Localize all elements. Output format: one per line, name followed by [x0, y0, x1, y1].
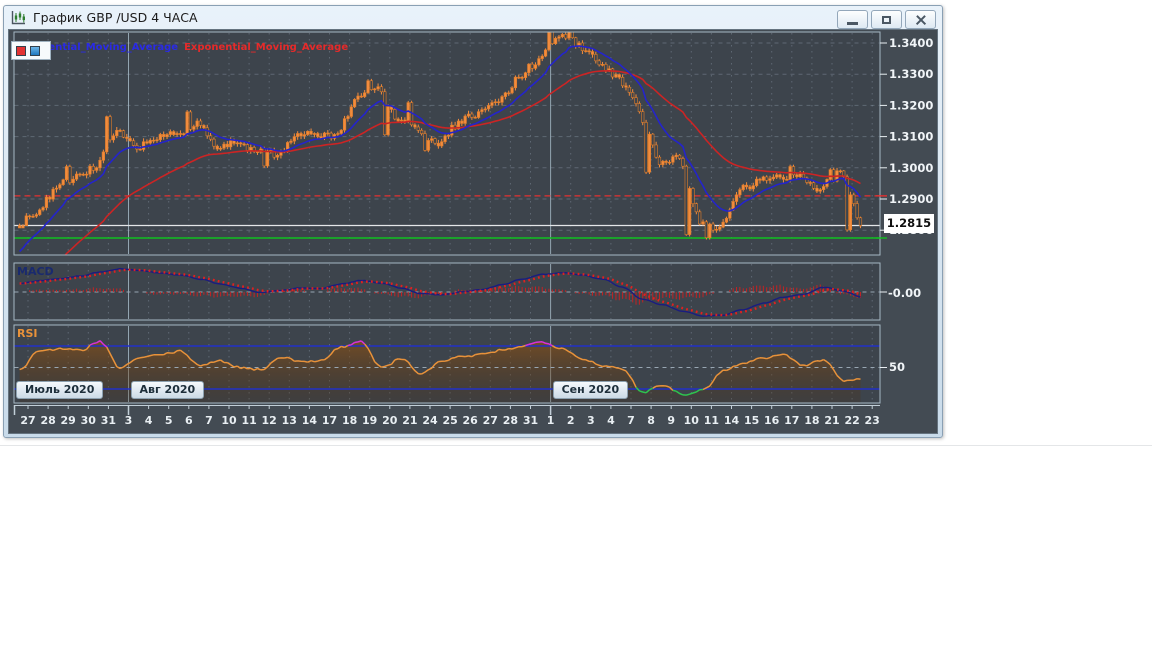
x-axis-label: 31 [523, 414, 538, 427]
x-axis-label: 29 [61, 414, 76, 427]
x-axis-label: 20 [382, 414, 398, 427]
x-axis-label: 28 [503, 414, 518, 427]
x-axis-label: 18 [342, 414, 357, 427]
x-axis-label: 7 [205, 414, 213, 427]
chart-canvas[interactable]: 27 28 29 30 31 3 4 5 6 7 10 11 12 13 14 17 18 19 20 21 24 25 2… [9, 29, 935, 433]
x-axis-label: 10 [684, 414, 700, 427]
x-axis-label: 28 [40, 414, 55, 427]
red-swatch-icon [16, 45, 26, 56]
x-axis-label: 21 [402, 414, 417, 427]
x-axis-label: 6 [185, 414, 193, 427]
x-axis-label: 27 [483, 414, 498, 427]
x-axis-label: 11 [241, 414, 256, 427]
x-axis-label: 1 [547, 414, 555, 427]
x-axis-label: 16 [764, 414, 780, 427]
x-axis-label: 3 [587, 414, 595, 427]
current-price-badge: 1.2815 [884, 214, 934, 233]
legend-ema-red: Exponential_Moving_Average [184, 42, 349, 53]
month-label-box: Сен 2020 [552, 381, 629, 399]
restore-button[interactable] [871, 10, 902, 29]
x-axis-label: 30 [81, 414, 97, 427]
x-axis-label: 26 [463, 414, 479, 427]
x-axis-label: 12 [262, 414, 277, 427]
x-axis-label: 3 [125, 414, 133, 427]
x-axis-label: 19 [362, 414, 377, 427]
x-axis-label: 21 [824, 414, 839, 427]
rsi-label: RSI [17, 327, 38, 340]
x-axis-label: 17 [322, 414, 337, 427]
window-title: График GBP /USD 4 ЧАСА [33, 10, 198, 25]
x-axis-label: 24 [422, 414, 438, 427]
x-axis-label: 4 [145, 414, 153, 427]
x-axis-label: 18 [804, 414, 819, 427]
x-axis-label: 13 [282, 414, 297, 427]
x-axis-label: 8 [647, 414, 655, 427]
close-button[interactable] [905, 10, 936, 29]
minimize-icon [847, 21, 858, 25]
x-axis-label: 23 [865, 414, 880, 427]
price-axis-label: 1.2900 [889, 192, 933, 206]
legend-color-swatches[interactable] [11, 41, 51, 60]
candlestick-chart-icon [11, 10, 25, 24]
x-axis-label: 17 [784, 414, 799, 427]
x-axis-label: 5 [165, 414, 173, 427]
price-axis-label: 1.3300 [889, 67, 933, 81]
rsi-axis-value: 50 [889, 360, 906, 374]
x-axis-label: 11 [704, 414, 719, 427]
x-axis-label: 27 [20, 414, 35, 427]
blue-swatch-icon [30, 45, 40, 56]
price-axis-label: 1.3100 [889, 130, 933, 144]
window-controls [834, 10, 936, 29]
price-axis-label: 1.3400 [889, 36, 933, 50]
x-axis-label: 4 [607, 414, 615, 427]
title-bar[interactable]: График GBP /USD 4 ЧАСА [4, 6, 942, 29]
x-axis-label: 25 [442, 414, 457, 427]
month-label-box: Июль 2020 [16, 381, 104, 399]
indicator-legend: Exponential_Moving_Average Exponential_Mo… [14, 42, 348, 53]
close-icon [915, 14, 927, 26]
page-divider [0, 445, 1152, 446]
restore-icon [882, 15, 891, 24]
price-axis-label: 1.3200 [889, 98, 933, 112]
macd-label: MACD [17, 265, 54, 278]
x-axis-label: 22 [844, 414, 859, 427]
x-axis-label: 14 [302, 414, 318, 427]
minimize-button[interactable] [837, 10, 868, 29]
x-axis-label: 15 [744, 414, 759, 427]
price-axis-label: 1.3000 [889, 161, 933, 175]
x-axis-label: 31 [101, 414, 116, 427]
x-axis-label: 9 [667, 414, 675, 427]
x-axis-label: 14 [724, 414, 740, 427]
x-axis-label: 10 [221, 414, 237, 427]
macd-axis-value: -0.00 [888, 286, 922, 300]
screen: График GBP /USD 4 ЧАСА 27 28 29 30 31 3 4 5 6 7 10… [0, 0, 1152, 648]
x-axis-label: 7 [627, 414, 635, 427]
month-label-box: Авг 2020 [130, 381, 205, 399]
x-axis-label: 2 [567, 414, 575, 427]
